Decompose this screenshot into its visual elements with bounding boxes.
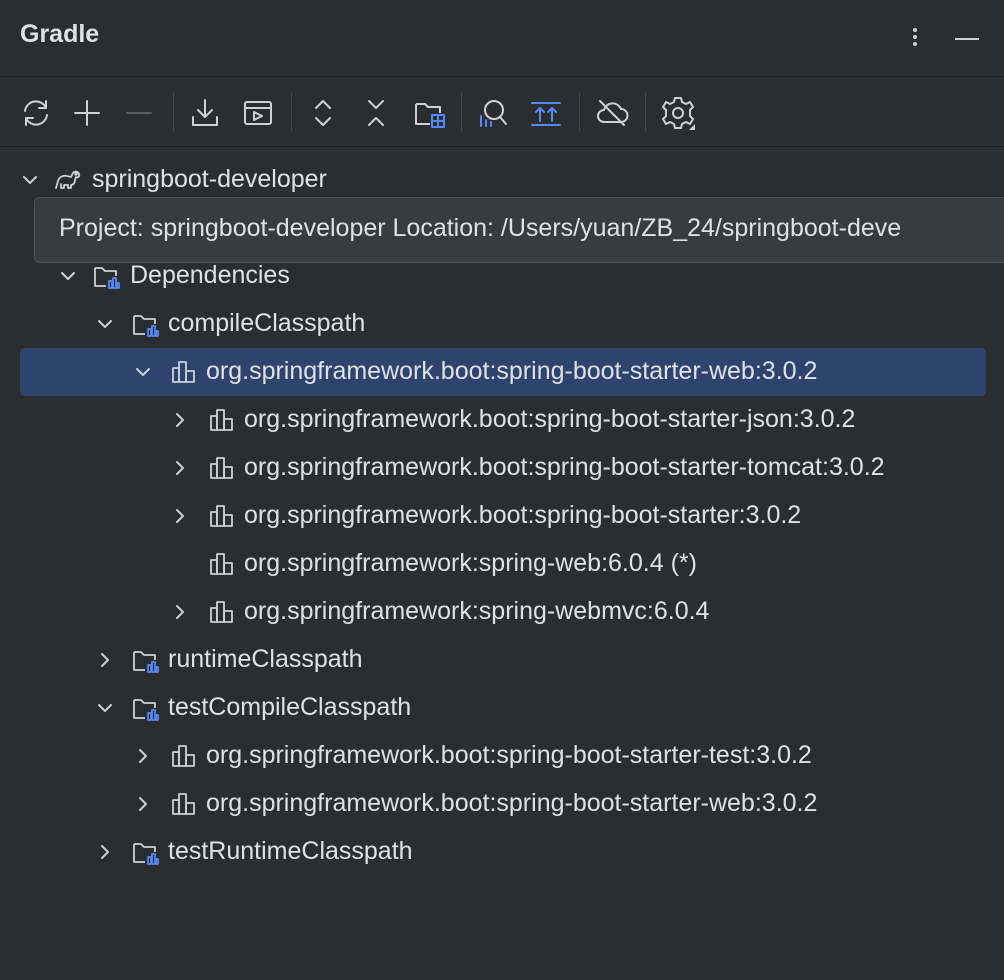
tree-node-label: org.springframework.boot:spring-boot-sta… bbox=[244, 405, 856, 433]
collapse-all-button[interactable] bbox=[357, 94, 395, 132]
vertical-ellipsis-icon bbox=[913, 28, 917, 46]
chevron-down-icon[interactable] bbox=[131, 360, 155, 384]
tree-node-runtime-classpath[interactable]: runtimeClasspath bbox=[0, 636, 1004, 684]
chevron-right-icon[interactable] bbox=[93, 840, 117, 864]
toolbar-separator bbox=[173, 92, 174, 132]
tree-node-starter[interactable]: org.springframework.boot:spring-boot-sta… bbox=[0, 492, 1004, 540]
folder-grid-icon bbox=[415, 103, 445, 128]
tree-node-test-compile-classpath[interactable]: testCompileClasspath bbox=[0, 684, 1004, 732]
tree-node-label: org.springframework.boot:spring-boot-sta… bbox=[244, 501, 802, 529]
tree-node-test-runtime-classpath[interactable]: testRuntimeClasspath bbox=[0, 828, 1004, 876]
more-options-button[interactable] bbox=[898, 20, 932, 54]
tree-node-spring-web[interactable]: org.springframework:spring-web:6.0.4 (*) bbox=[0, 540, 1004, 588]
chevron-right-icon[interactable] bbox=[131, 792, 155, 816]
tree-node-starter-json[interactable]: org.springframework.boot:spring-boot-sta… bbox=[0, 396, 1004, 444]
chevron-right-icon[interactable] bbox=[168, 456, 192, 480]
tree-node-spring-webmvc[interactable]: org.springframework:spring-webmvc:6.0.4 bbox=[0, 588, 1004, 636]
tree-node-label: springboot-developer bbox=[92, 165, 327, 193]
gradle-elephant-icon bbox=[55, 170, 81, 189]
chevron-right-icon[interactable] bbox=[168, 408, 192, 432]
chevron-down-icon[interactable] bbox=[93, 696, 117, 720]
tree-node-compile-classpath[interactable]: compileClasspath bbox=[0, 300, 1004, 348]
chevron-right-icon[interactable] bbox=[168, 600, 192, 624]
chevron-down-icon[interactable] bbox=[56, 264, 80, 288]
cloud-off-icon bbox=[597, 100, 629, 126]
tool-window-title: Gradle bbox=[20, 20, 100, 48]
group-modules-button[interactable] bbox=[410, 94, 448, 132]
tree-node-starter-test[interactable]: org.springframework.boot:spring-boot-sta… bbox=[0, 732, 1004, 780]
dependency-folder-icon bbox=[94, 267, 120, 289]
library-icon bbox=[210, 601, 233, 623]
toolbar-separator bbox=[645, 92, 646, 132]
dependency-folder-icon bbox=[133, 651, 159, 673]
tree-node-label: org.springframework.boot:spring-boot-sta… bbox=[206, 789, 818, 817]
gradle-toolbar bbox=[0, 78, 1004, 146]
library-icon bbox=[210, 505, 233, 527]
hide-tool-window-button[interactable] bbox=[950, 20, 984, 54]
show-dependencies-button[interactable] bbox=[527, 94, 565, 132]
chevron-right-icon[interactable] bbox=[168, 504, 192, 528]
dependency-folder-icon bbox=[133, 315, 159, 337]
expand-all-button[interactable] bbox=[304, 94, 342, 132]
library-icon bbox=[210, 553, 233, 575]
chevron-right-icon[interactable] bbox=[93, 648, 117, 672]
minimize-icon bbox=[955, 38, 979, 40]
expand-all-icon bbox=[315, 100, 331, 126]
tree-node-label: org.springframework:spring-webmvc:6.0.4 bbox=[244, 597, 710, 625]
tree-node-label: compileClasspath bbox=[168, 309, 366, 337]
toolbar-separator bbox=[291, 92, 292, 132]
toggle-offline-mode-button[interactable] bbox=[593, 94, 631, 132]
run-task-icon bbox=[244, 101, 272, 125]
toolbar-separator bbox=[461, 92, 462, 132]
dependency-folder-icon bbox=[133, 843, 159, 865]
tree-node-label: runtimeClasspath bbox=[168, 645, 363, 673]
download-icon bbox=[192, 99, 218, 126]
library-icon bbox=[210, 457, 233, 479]
dependencies-icon bbox=[531, 102, 561, 126]
tooltip-text: Project: springboot-developer Location: … bbox=[59, 214, 902, 242]
library-icon bbox=[172, 361, 195, 383]
tree-node-label: org.springframework.boot:spring-boot-sta… bbox=[206, 357, 818, 385]
library-icon bbox=[172, 793, 195, 815]
tree-node-label: Dependencies bbox=[130, 261, 290, 289]
download-sources-button[interactable] bbox=[186, 94, 224, 132]
toolbar-divider bbox=[0, 146, 1004, 147]
tree-node-label: org.springframework.boot:spring-boot-sta… bbox=[244, 453, 885, 481]
tree-node-label: org.springframework.boot:spring-boot-sta… bbox=[206, 741, 812, 769]
minus-icon bbox=[126, 112, 152, 114]
tree-node-starter-web-test[interactable]: org.springframework.boot:spring-boot-sta… bbox=[0, 780, 1004, 828]
tree-node-starter-tomcat[interactable]: org.springframework.boot:spring-boot-sta… bbox=[0, 444, 1004, 492]
sync-icon bbox=[24, 100, 48, 126]
tree-node-label: testCompileClasspath bbox=[168, 693, 412, 721]
build-tool-settings-button[interactable] bbox=[659, 94, 697, 132]
execute-gradle-task-button[interactable] bbox=[239, 94, 277, 132]
tree-node-label: testRuntimeClasspath bbox=[168, 837, 413, 865]
library-icon bbox=[172, 745, 195, 767]
header-divider bbox=[0, 76, 1004, 77]
toolbar-separator bbox=[579, 92, 580, 132]
gear-icon bbox=[662, 97, 695, 130]
tree-node-starter-web[interactable]: org.springframework.boot:spring-boot-sta… bbox=[0, 348, 1004, 396]
dependency-search-icon bbox=[480, 100, 507, 127]
plus-icon bbox=[74, 100, 100, 126]
reload-all-gradle-projects-button[interactable] bbox=[17, 94, 55, 132]
analyze-dependencies-button[interactable] bbox=[474, 94, 512, 132]
tool-window-header: Gradle bbox=[0, 0, 1004, 76]
dependency-folder-icon bbox=[133, 699, 159, 721]
chevron-down-icon[interactable] bbox=[18, 168, 42, 192]
tree-node-label: org.springframework:spring-web:6.0.4 (*) bbox=[244, 549, 697, 577]
collapse-all-icon bbox=[368, 100, 384, 126]
project-location-tooltip: Project: springboot-developer Location: … bbox=[34, 197, 1004, 263]
library-icon bbox=[210, 409, 233, 431]
link-gradle-project-button[interactable] bbox=[68, 94, 106, 132]
chevron-down-icon[interactable] bbox=[93, 312, 117, 336]
unlink-gradle-project-button[interactable] bbox=[120, 94, 158, 132]
chevron-right-icon[interactable] bbox=[131, 744, 155, 768]
